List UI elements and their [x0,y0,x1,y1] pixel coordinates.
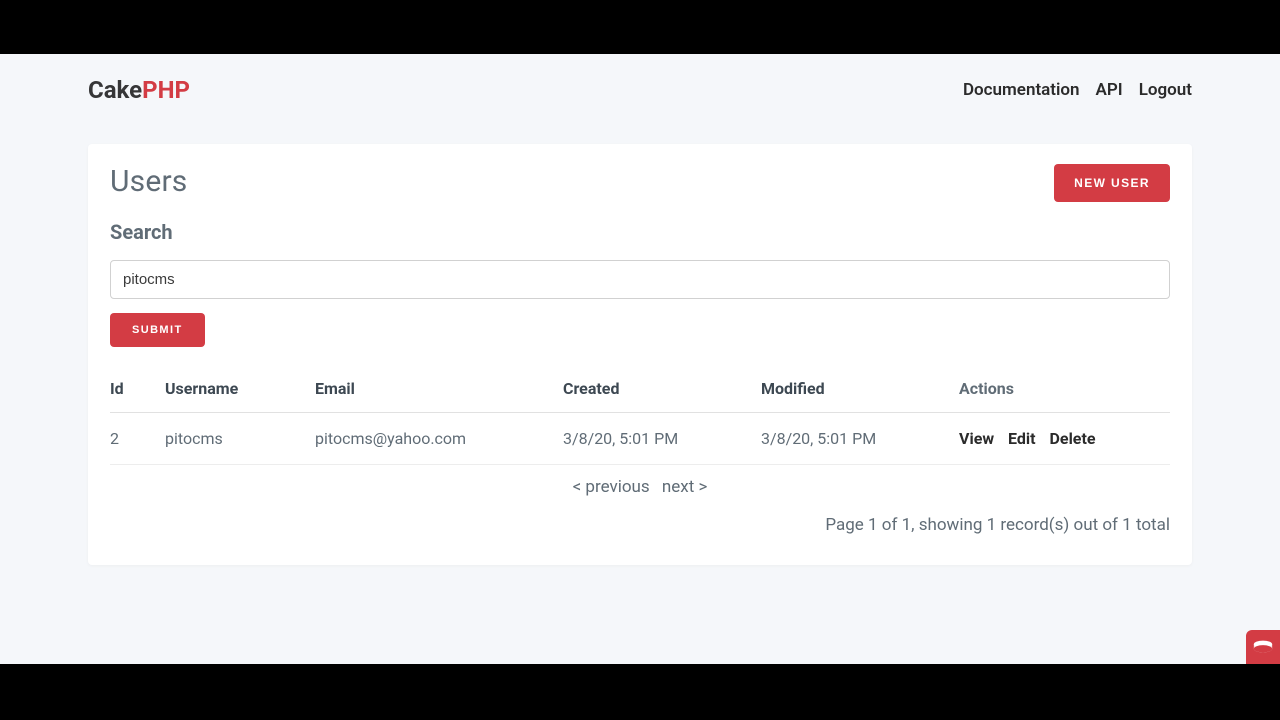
cell-modified: 3/8/20, 5:01 PM [761,413,959,465]
cell-id: 2 [110,413,165,465]
users-table: Id Username Email Created Modified Actio… [110,369,1170,465]
pagination: < previous next > [110,477,1170,497]
topbar: CakePHP Documentation API Logout [0,54,1280,114]
col-username[interactable]: Username [165,369,315,413]
nav-links: Documentation API Logout [963,80,1192,100]
nav-logout[interactable]: Logout [1139,80,1192,100]
app-viewport: CakePHP Documentation API Logout Users N… [0,54,1280,664]
table-header-row: Id Username Email Created Modified Actio… [110,369,1170,413]
search-input[interactable] [110,260,1170,299]
content-card: Users New User Search Submit Id Username… [88,144,1192,565]
card-header: Users New User [110,164,1170,202]
pagination-next[interactable]: next > [662,477,708,497]
brand-part1: Cake [88,76,142,104]
cakephp-badge-icon[interactable] [1246,630,1280,664]
col-actions: Actions [959,369,1170,413]
col-created[interactable]: Created [563,369,761,413]
search-label: Search [110,220,1170,244]
nav-documentation[interactable]: Documentation [963,80,1080,100]
new-user-button[interactable]: New User [1054,164,1170,202]
action-view[interactable]: View [959,429,994,448]
pagination-summary: Page 1 of 1, showing 1 record(s) out of … [110,515,1170,535]
col-email[interactable]: Email [315,369,563,413]
cake-icon [1252,638,1274,656]
brand-part2: PHP [142,76,190,104]
cell-username: pitocms [165,413,315,465]
action-edit[interactable]: Edit [1008,429,1036,448]
action-delete[interactable]: Delete [1050,429,1096,448]
brand-logo[interactable]: CakePHP [88,76,190,104]
submit-button[interactable]: Submit [110,313,205,347]
cell-email: pitocms@yahoo.com [315,413,563,465]
table-row: 2 pitocms pitocms@yahoo.com 3/8/20, 5:01… [110,413,1170,465]
pagination-prev[interactable]: < previous [573,477,650,497]
page-title: Users [110,164,188,199]
cell-created: 3/8/20, 5:01 PM [563,413,761,465]
col-id[interactable]: Id [110,369,165,413]
cell-actions: View Edit Delete [959,413,1170,465]
nav-api[interactable]: API [1096,80,1123,100]
col-modified[interactable]: Modified [761,369,959,413]
